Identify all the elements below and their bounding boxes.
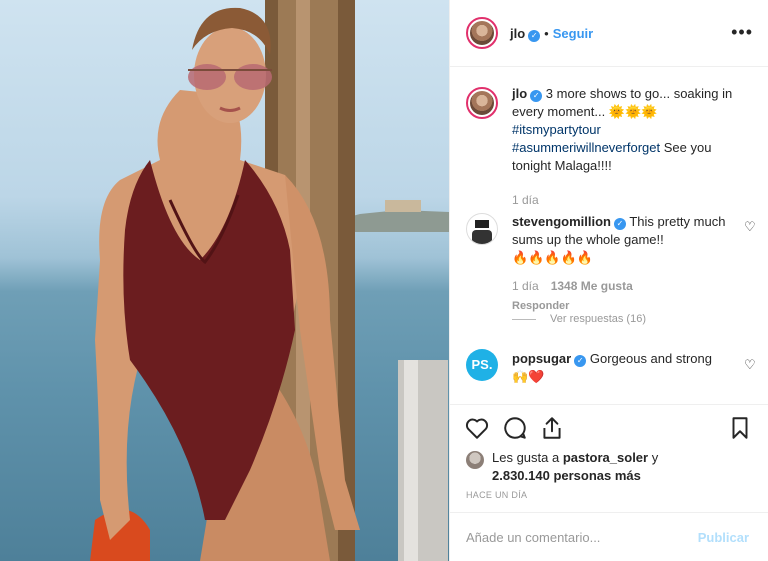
- caption-username[interactable]: jlo: [512, 86, 527, 101]
- caption: jlo ✓ 3 more shows to go... soaking in ev…: [466, 85, 756, 207]
- publish-button[interactable]: Publicar: [698, 530, 749, 545]
- comment-item: PS. popsugar ✓ Gorgeous and strong 🙌❤️ ♡: [466, 349, 756, 399]
- caption-text-block: jlo ✓ 3 more shows to go... soaking in ev…: [512, 85, 737, 209]
- caption-time[interactable]: 1 día: [512, 191, 737, 209]
- comment-time[interactable]: 1 día: [512, 279, 539, 293]
- follow-button[interactable]: Seguir: [553, 26, 593, 41]
- post-photo[interactable]: [0, 0, 449, 561]
- header-user-line: jlo ✓ • Seguir: [510, 26, 593, 42]
- comment-meta: 1 día 1348 Me gusta: [512, 277, 737, 295]
- likes-count[interactable]: 2.830.140 personas más: [492, 468, 641, 483]
- comment-text: Gorgeous and strong: [589, 351, 712, 366]
- add-comment-bar: Añade un comentario... Publicar: [450, 512, 768, 561]
- caption-emoji: 🌞🌞🌞: [608, 104, 658, 119]
- share-icon[interactable]: [539, 415, 565, 441]
- comment-icon[interactable]: [502, 415, 528, 441]
- post-timestamp[interactable]: HACE UN DÍA: [466, 490, 527, 500]
- author-avatar[interactable]: [466, 17, 498, 49]
- liker-username[interactable]: pastora_soler: [563, 450, 648, 465]
- commenter-avatar[interactable]: PS.: [466, 349, 498, 381]
- author-username[interactable]: jlo: [510, 26, 525, 41]
- like-heart-icon[interactable]: [464, 415, 490, 441]
- replies-divider: [512, 318, 536, 320]
- commenter-avatar[interactable]: [466, 213, 498, 245]
- hashtag-link[interactable]: #asummeriwillneverforget: [512, 140, 660, 155]
- separator-dot: •: [544, 26, 549, 41]
- verified-icon: ✓: [530, 90, 543, 102]
- photo-illustration: [90, 0, 449, 561]
- post-panel: jlo ✓ • Seguir ••• jlo ✓ 3 more shows to go.…: [449, 0, 768, 561]
- comment-text-block: popsugar ✓ Gorgeous and strong 🙌❤️: [512, 350, 737, 386]
- verified-icon: ✓: [613, 218, 626, 230]
- liker-avatar[interactable]: [466, 451, 484, 469]
- post-header: jlo ✓ • Seguir •••: [450, 0, 768, 67]
- like-comment-heart-icon[interactable]: ♡: [744, 220, 756, 233]
- commenter-username[interactable]: popsugar: [512, 351, 571, 366]
- likes-middle: y: [648, 450, 659, 465]
- commenter-username[interactable]: stevengomillion: [512, 214, 611, 229]
- view-replies-button[interactable]: Ver respuestas (16): [512, 313, 646, 325]
- likes-text: Les gusta a pastora_soler y 2.830.140 pe…: [492, 449, 742, 485]
- comments-area[interactable]: jlo ✓ 3 more shows to go... soaking in ev…: [450, 67, 768, 404]
- post-actions: Les gusta a pastora_soler y 2.830.140 pe…: [450, 404, 768, 528]
- more-options-icon[interactable]: •••: [731, 22, 753, 43]
- comment-text-block: stevengomillion ✓ This pretty much sums u…: [512, 213, 737, 315]
- caption-avatar[interactable]: [466, 87, 498, 119]
- comment-emoji: 🔥🔥🔥🔥🔥: [512, 250, 593, 265]
- comment-emoji: 🙌❤️: [512, 369, 545, 384]
- comment-input[interactable]: Añade un comentario...: [466, 530, 600, 545]
- save-bookmark-icon[interactable]: [727, 415, 753, 441]
- like-comment-heart-icon[interactable]: ♡: [744, 358, 756, 371]
- likes-prefix: Les gusta a: [492, 450, 563, 465]
- hashtag-link[interactable]: #itsmypartytour: [512, 121, 737, 139]
- comment-likes[interactable]: 1348 Me gusta: [551, 279, 633, 293]
- verified-icon: ✓: [528, 30, 541, 42]
- comment-item: stevengomillion ✓ This pretty much sums u…: [466, 213, 756, 323]
- verified-icon: ✓: [574, 355, 587, 367]
- view-replies-label: Ver respuestas (16): [550, 313, 646, 325]
